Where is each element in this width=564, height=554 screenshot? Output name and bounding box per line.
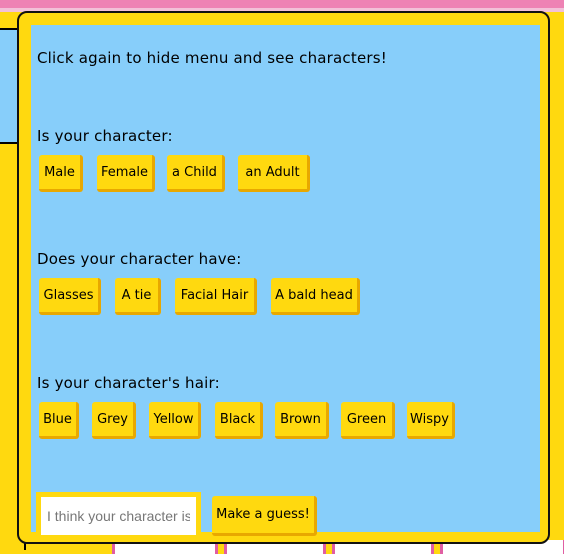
option-blue-hair-button[interactable]: Blue <box>39 402 79 439</box>
option-brown-hair-button[interactable]: Brown <box>275 402 329 439</box>
question-features-label: Does your character have: <box>37 250 242 268</box>
guess-input[interactable] <box>41 497 196 535</box>
menu-hint: Click again to hide menu and see charact… <box>37 49 387 67</box>
option-yellow-hair-button[interactable]: Yellow <box>149 402 201 439</box>
option-grey-hair-button[interactable]: Grey <box>92 402 136 439</box>
option-tie-button[interactable]: A tie <box>115 278 161 315</box>
question-menu-panel[interactable]: Click again to hide menu and see charact… <box>17 11 550 544</box>
option-male-button[interactable]: Male <box>39 155 83 192</box>
option-glasses-button[interactable]: Glasses <box>39 278 101 315</box>
top-border <box>0 0 564 8</box>
option-green-hair-button[interactable]: Green <box>341 402 395 439</box>
option-wispy-hair-button[interactable]: Wispy <box>407 402 455 439</box>
guess-input-frame <box>36 492 201 540</box>
option-child-button[interactable]: a Child <box>167 155 225 192</box>
question-gender-age-label: Is your character: <box>37 127 173 145</box>
option-bald-head-button[interactable]: A bald head <box>271 278 360 315</box>
question-menu-inner: Click again to hide menu and see charact… <box>31 25 540 540</box>
option-black-hair-button[interactable]: Black <box>215 402 263 439</box>
question-hair-label: Is your character's hair: <box>37 374 220 392</box>
option-adult-button[interactable]: an Adult <box>238 155 310 192</box>
make-guess-button[interactable]: Make a guess! <box>212 496 317 536</box>
option-female-button[interactable]: Female <box>97 155 155 192</box>
option-facial-hair-button[interactable]: Facial Hair <box>175 278 257 315</box>
